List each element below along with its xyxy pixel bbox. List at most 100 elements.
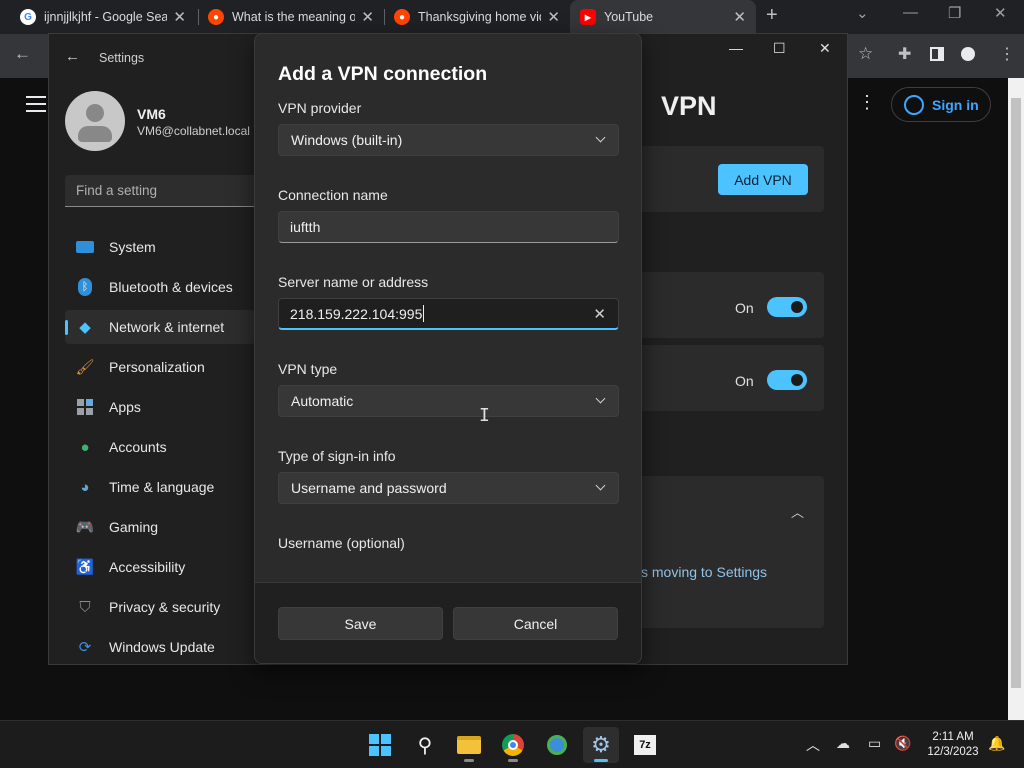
tab-youtube[interactable]: ▶ YouTube ✕: [570, 0, 756, 34]
youtube-sign-in-button[interactable]: Sign in: [891, 87, 991, 122]
close-tab-icon[interactable]: ✕: [361, 8, 374, 26]
7zip-button[interactable]: 7z: [627, 727, 663, 763]
save-button[interactable]: Save: [278, 607, 443, 640]
search-icon[interactable]: ⚲: [407, 727, 443, 763]
tab-search-icon[interactable]: ⌄: [856, 4, 869, 22]
clear-text-icon[interactable]: ✕: [593, 305, 606, 323]
scrollbar-thumb[interactable]: [1011, 98, 1021, 688]
sidebar-item-label: Gaming: [109, 519, 159, 535]
youtube-menu-icon[interactable]: [26, 96, 46, 117]
connection-name-field[interactable]: iuftth: [278, 211, 619, 243]
clock-time: 2:11 AM: [932, 731, 974, 743]
chrome-menu-icon[interactable]: ⋮: [999, 44, 1015, 64]
cancel-button[interactable]: Cancel: [453, 607, 618, 640]
tab-reddit-meaning[interactable]: ● What is the meaning of ✕: [198, 0, 384, 34]
page-scrollbar[interactable]: [1008, 78, 1024, 720]
file-explorer-button[interactable]: [451, 727, 487, 763]
vpn-type-select[interactable]: Automatic: [278, 385, 619, 417]
chrome-taskbar-button[interactable]: [495, 727, 531, 763]
settings-minimize-icon[interactable]: —: [729, 40, 743, 56]
sidebar-item-label: Windows Update: [109, 639, 215, 655]
signin-type-select[interactable]: Username and password: [278, 472, 619, 504]
globe-app-icon: [547, 735, 567, 755]
minimize-icon[interactable]: —: [903, 4, 918, 21]
back-arrow-icon[interactable]: ←: [14, 44, 31, 64]
sidebar-item-label: Bluetooth & devices: [109, 279, 233, 295]
reddit-icon: ●: [394, 9, 410, 25]
close-tab-icon[interactable]: ✕: [733, 8, 746, 26]
clock-date: 12/3/2023: [927, 746, 979, 758]
sidebar-item-label: System: [109, 239, 156, 255]
bluetooth-icon: ᛒ: [75, 277, 95, 297]
toggle-switch[interactable]: [767, 297, 807, 317]
profile-icon[interactable]: [961, 47, 975, 61]
chevron-up-icon[interactable]: ︿: [791, 502, 804, 521]
restore-icon[interactable]: ❐: [948, 4, 961, 22]
sidebar-item-apps[interactable]: Apps: [65, 390, 255, 424]
display-icon[interactable]: ▭: [868, 735, 881, 752]
add-vpn-dialog: Add a VPN connection VPN provider Window…: [254, 33, 642, 664]
settings-maximize-icon[interactable]: ☐: [773, 40, 786, 57]
start-button[interactable]: [362, 727, 398, 763]
close-tab-icon[interactable]: ✕: [547, 8, 560, 26]
server-address-field[interactable]: 218.159.222.104:995 ✕: [278, 298, 619, 330]
chevron-down-icon: [595, 480, 606, 491]
settings-close-icon[interactable]: ✕: [819, 40, 831, 57]
side-panel-icon[interactable]: [930, 47, 944, 61]
sound-muted-icon[interactable]: 🔇: [894, 735, 911, 752]
sidebar-item-accounts[interactable]: ● Accounts: [65, 430, 255, 464]
settings-back-icon[interactable]: ←: [65, 48, 80, 65]
vpn-provider-label: VPN provider: [278, 100, 362, 116]
close-tab-icon[interactable]: ✕: [173, 8, 186, 26]
toggle-state-label: On: [735, 300, 754, 316]
onedrive-icon[interactable]: ☁: [836, 735, 850, 752]
sidebar-item-personalization[interactable]: 🖌 Personalization: [65, 350, 255, 384]
toggle-switch[interactable]: [767, 370, 807, 390]
apps-icon: [75, 397, 95, 417]
youtube-more-icon[interactable]: ⋮: [858, 92, 876, 113]
sidebar-item-label: Apps: [109, 399, 141, 415]
brush-icon: 🖌: [75, 359, 95, 376]
system-icon: [75, 237, 95, 257]
sidebar-item-privacy[interactable]: ⛉ Privacy & security: [65, 590, 255, 624]
close-window-icon[interactable]: ✕: [994, 4, 1007, 22]
related-settings-card: [624, 476, 824, 628]
vpn-provider-value: Windows (built-in): [291, 132, 403, 148]
sidebar-item-accessibility[interactable]: ♿ Accessibility: [65, 550, 255, 584]
text-cursor-icon: I: [479, 405, 490, 426]
settings-taskbar-button[interactable]: ⚙: [583, 727, 619, 763]
sidebar-item-gaming[interactable]: 🎮 Gaming: [65, 510, 255, 544]
google-icon: G: [20, 9, 36, 25]
globe-icon: ◕: [80, 478, 90, 496]
tab-reddit-thanksgiving[interactable]: ● Thanksgiving home vid ✕: [384, 0, 570, 34]
tab-title: YouTube: [604, 10, 654, 24]
taskbar-clock[interactable]: 2:11 AM 12/3/2023: [920, 730, 986, 760]
find-setting-input[interactable]: Find a setting: [65, 175, 255, 207]
sidebar-item-bluetooth[interactable]: ᛒ Bluetooth & devices: [65, 270, 255, 304]
sidebar-item-time-language[interactable]: ◕ Time & language: [65, 470, 255, 504]
vpn-provider-select[interactable]: Windows (built-in): [278, 124, 619, 156]
sidebar-item-system[interactable]: System: [65, 230, 255, 264]
sidebar-item-label: Network & internet: [109, 319, 225, 335]
show-hidden-icons-icon[interactable]: ︿: [806, 735, 820, 755]
network-app-button[interactable]: [539, 727, 575, 763]
accounts-icon: ●: [80, 438, 90, 456]
settings-window-title: Settings: [99, 51, 145, 65]
tab-google-search[interactable]: G ijnnjjlkjhf - Google Sear ✕: [10, 0, 196, 34]
info-link-text[interactable]: s moving to Settings: [641, 564, 767, 580]
toggle-state-label: On: [735, 373, 754, 389]
notification-bell-icon[interactable]: 🔔: [988, 735, 1005, 752]
sidebar-item-windows-update[interactable]: ⟳ Windows Update: [65, 630, 255, 664]
sidebar-item-network[interactable]: ◆ Network & internet: [65, 310, 255, 344]
page-title: VPN: [661, 91, 717, 121]
avatar[interactable]: [65, 91, 125, 151]
bookmark-star-icon[interactable]: ☆: [858, 44, 873, 64]
add-vpn-button[interactable]: Add VPN: [718, 164, 808, 195]
new-tab-icon[interactable]: +: [766, 4, 778, 27]
taskbar: ⚲ ⚙ 7z ︿ ☁ ▭ 🔇 2:11 AM 12/3/2023 🔔: [0, 720, 1024, 768]
extensions-icon[interactable]: ✚: [898, 44, 911, 64]
chevron-down-icon: [595, 393, 606, 404]
sidebar-item-label: Personalization: [109, 359, 205, 375]
folder-icon: [457, 736, 481, 754]
text-caret: [423, 305, 425, 322]
